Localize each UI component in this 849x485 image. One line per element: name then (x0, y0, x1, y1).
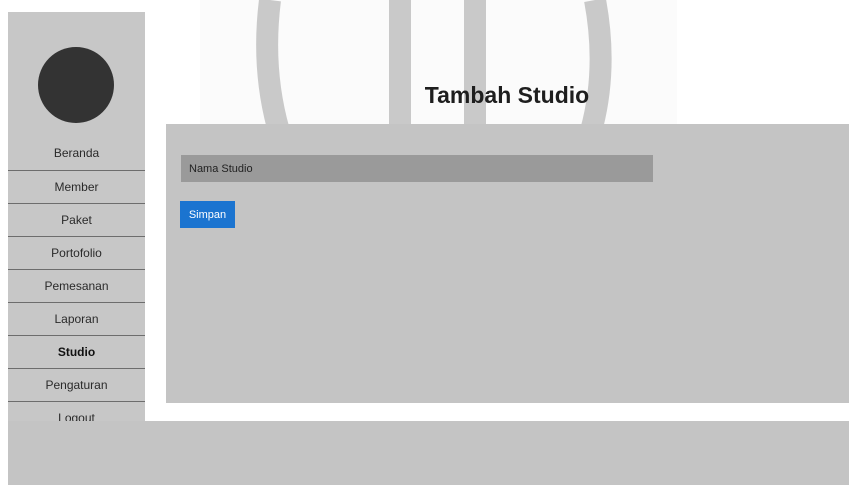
sidebar-item-label: Pemesanan (44, 279, 109, 293)
sidebar-item-label: Pengaturan (45, 378, 108, 392)
sidebar-item-label: Member (54, 180, 99, 194)
page-title: Tambah Studio (424, 82, 590, 108)
sidebar-item-pemesanan[interactable]: Pemesanan (8, 270, 145, 303)
sidebar-item-studio[interactable]: Studio (8, 336, 145, 369)
sidebar-item-portofolio[interactable]: Portofolio (8, 237, 145, 270)
sidebar-item-label: Paket (61, 213, 92, 227)
sidebar-item-label: Portofolio (51, 246, 102, 260)
save-button[interactable]: Simpan (180, 201, 235, 228)
sidebar-item-laporan[interactable]: Laporan (8, 303, 145, 336)
sidebar-item-beranda[interactable]: Beranda (8, 135, 145, 171)
avatar (38, 47, 114, 123)
sidebar-item-paket[interactable]: Paket (8, 204, 145, 237)
nama-studio-input[interactable] (181, 155, 653, 182)
sidebar: Beranda Member Paket Portofolio Pemesana… (8, 12, 145, 435)
sidebar-item-pengaturan[interactable]: Pengaturan (8, 369, 145, 402)
sidebar-item-member[interactable]: Member (8, 171, 145, 204)
sidebar-nav: Beranda Member Paket Portofolio Pemesana… (8, 135, 145, 435)
sidebar-item-label: Laporan (54, 312, 99, 326)
footer (8, 421, 849, 485)
sidebar-item-label: Beranda (53, 145, 100, 160)
sidebar-item-label: Studio (57, 345, 96, 359)
